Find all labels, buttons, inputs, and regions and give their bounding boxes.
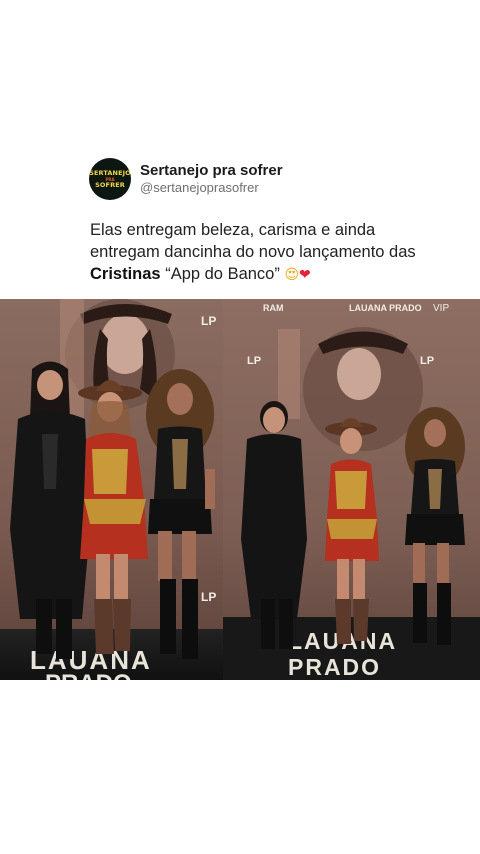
event-photo-left[interactable]: LP LP LAUANA PRADO <box>0 299 223 680</box>
backdrop-name-right: LAUANA PRADO <box>349 303 422 313</box>
post-text-part2: “App do Banco” <box>160 265 285 283</box>
event-photo-right-image: RAM LAUANA PRADO VIP LP LP LAUANA PRADO <box>223 299 480 680</box>
account-names: Sertanejo pra sofrer @sertanejoprasofrer <box>140 162 283 196</box>
backdrop-logo-left: LP <box>201 314 216 328</box>
avatar[interactable]: SERTANEJO PRA SOFRER <box>89 158 131 200</box>
person-1-right <box>241 401 307 649</box>
post-header: SERTANEJO PRA SOFRER Sertanejo pra sofre… <box>89 158 283 200</box>
heart-eyes-emoji-icon: 😍 <box>284 267 300 283</box>
event-photo-right[interactable]: RAM LAUANA PRADO VIP LP LP LAUANA PRADO <box>223 299 480 680</box>
post-text-bold: Cristinas <box>90 265 161 283</box>
backdrop-brand-right: RAM <box>263 303 284 313</box>
floor-text-right-2: PRADO <box>288 654 381 680</box>
event-photo-left-image: LP LP LAUANA PRADO <box>0 299 223 680</box>
svg-text:LP: LP <box>420 355 434 367</box>
display-name[interactable]: Sertanejo pra sofrer <box>140 162 283 180</box>
svg-text:LP: LP <box>201 590 216 604</box>
post-text-part1: Elas entregam beleza, carisma e ainda en… <box>90 221 416 261</box>
floor-text-left-2: PRADO <box>45 670 132 680</box>
post-text: Elas entregam beleza, carisma e ainda en… <box>90 219 420 286</box>
account-handle[interactable]: @sertanejoprasofrer <box>140 180 283 196</box>
avatar-text-line1: SERTANEJO <box>89 168 131 177</box>
red-heart-emoji-icon: ❤ <box>299 267 311 283</box>
backdrop-vip-right: VIP <box>433 303 449 314</box>
backdrop-logo-right: LP <box>247 355 261 367</box>
avatar-text-line3: SOFRER <box>95 180 125 189</box>
